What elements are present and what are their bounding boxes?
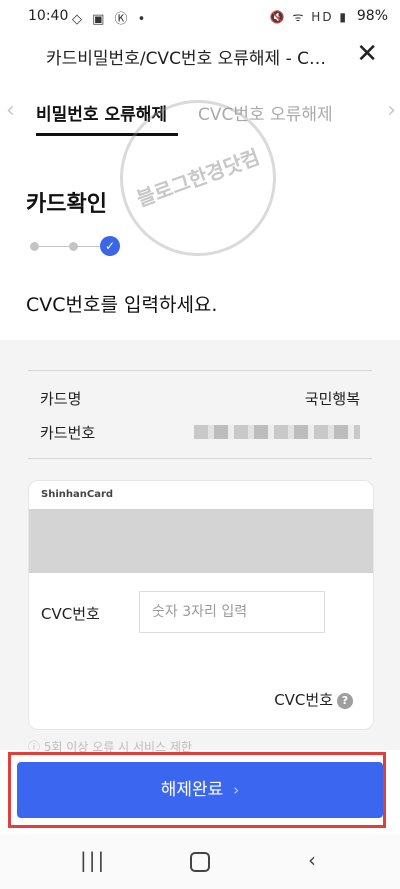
card-brand: ShinhanCard	[41, 489, 114, 500]
cvc-help[interactable]: CVC번호?	[274, 689, 353, 710]
step-line-2	[78, 246, 100, 247]
highlight-box	[8, 752, 386, 828]
signal-icons: 🔇 ᯤ HD ▮	[269, 10, 348, 24]
cvc-input[interactable]	[139, 591, 325, 633]
notification-icons: ◇ ▣ Ⓚ •	[72, 12, 149, 27]
signature-strip	[29, 551, 373, 573]
title-bar: 카드비밀번호/CVC번호 오류해제 - C… ✕	[0, 34, 400, 78]
home-icon[interactable]	[190, 852, 210, 872]
card-name-value: 국민행복	[304, 390, 360, 408]
step-line-1	[39, 246, 69, 247]
instruction-text: CVC번호를 입력하세요.	[26, 294, 218, 316]
back-icon[interactable]: ‹	[308, 848, 316, 872]
step-indicator: ✓	[30, 236, 130, 256]
page-title: 카드비밀번호/CVC번호 오류해제 - C…	[46, 49, 326, 69]
card-number-masked	[194, 425, 360, 439]
cvc-help-label: CVC번호	[274, 691, 333, 709]
battery-level: 98%	[356, 8, 388, 24]
magnetic-stripe	[29, 509, 373, 551]
divider	[28, 458, 372, 459]
step-check-icon: ✓	[100, 236, 120, 256]
card-name-label: 카드명	[40, 390, 82, 408]
tab-scroll-right-icon[interactable]: ›	[387, 98, 396, 123]
status-bar: 10:40 ◇ ▣ Ⓚ • 🔇 ᯤ HD ▮ 98%	[0, 0, 400, 34]
cvc-label: CVC번호	[41, 605, 100, 623]
divider	[28, 370, 372, 371]
card-number-label: 카드번호	[40, 424, 96, 442]
close-icon[interactable]: ✕	[356, 40, 378, 68]
section-title: 카드확인	[26, 192, 107, 217]
card-back-image: ShinhanCard CVC번호 CVC번호?	[28, 480, 374, 730]
help-icon[interactable]: ?	[337, 693, 353, 709]
watermark-text: 블로그한경닷컴	[133, 144, 263, 212]
step-dot-1	[30, 242, 39, 251]
recents-icon[interactable]: |||	[80, 848, 106, 872]
tab-scroll-left-icon[interactable]: ‹	[6, 98, 15, 123]
status-time: 10:40	[28, 8, 69, 24]
step-dot-2	[69, 242, 78, 251]
system-nav-bar: ||| ‹	[0, 834, 400, 889]
